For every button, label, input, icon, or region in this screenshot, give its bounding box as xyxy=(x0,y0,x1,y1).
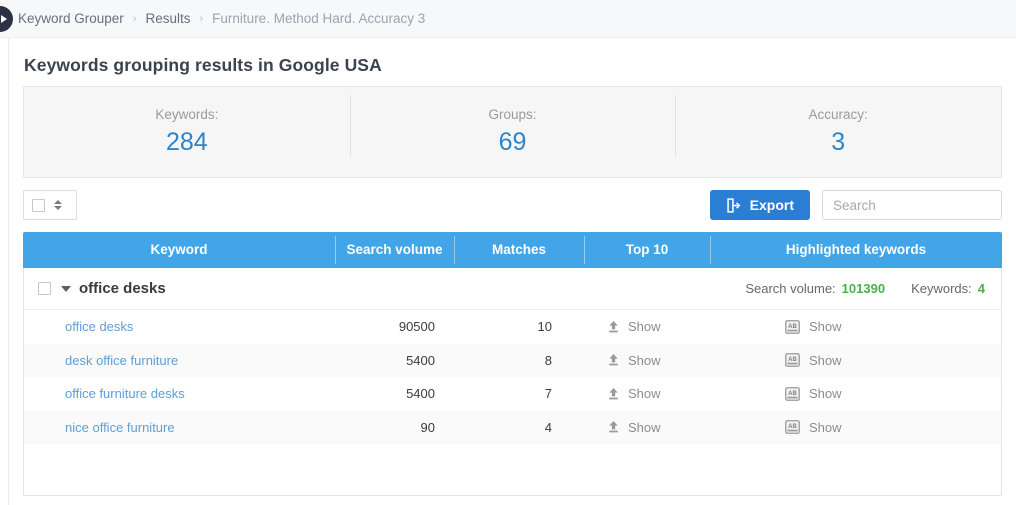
table-row[interactable]: nice office furniture 90 4 Show AB xyxy=(24,411,1001,445)
row-highlight[interactable]: AB Show xyxy=(711,420,1001,435)
column-header-keyword[interactable]: Keyword xyxy=(23,232,335,268)
stat-keywords-label: Keywords: xyxy=(155,107,218,122)
sidebar-collapse-button[interactable] xyxy=(0,6,13,32)
row-top10[interactable]: Show xyxy=(585,420,711,435)
export-button-label: Export xyxy=(750,197,794,213)
group-card: office desks Search volume: 101390 Keywor… xyxy=(23,268,1002,496)
stat-keywords-value: 284 xyxy=(166,128,208,157)
group-keywords-value: 4 xyxy=(978,281,985,296)
row-volume: 5400 xyxy=(336,353,455,368)
group-volume-label: Search volume: xyxy=(745,281,835,296)
group-meta: Search volume: 101390 Keywords: 4 xyxy=(745,281,985,296)
row-highlight-show-link[interactable]: Show xyxy=(809,420,842,435)
select-all-checkbox[interactable] xyxy=(32,199,45,212)
breadcrumb-item-current: Furniture. Method Hard. Accuracy 3 xyxy=(212,11,425,26)
breadcrumb-item-keyword-grouper[interactable]: Keyword Grouper xyxy=(18,11,124,26)
row-highlight[interactable]: AB Show xyxy=(711,353,1001,368)
table-row[interactable]: office furniture desks 5400 7 Show AB xyxy=(24,377,1001,411)
page-body: Keywords grouping results in Google USA … xyxy=(8,38,1016,505)
group-keywords: Keywords: 4 xyxy=(911,281,985,296)
row-top10[interactable]: Show xyxy=(585,353,711,368)
breadcrumb-separator-icon: › xyxy=(133,13,137,25)
breadcrumb-item-results[interactable]: Results xyxy=(145,11,190,26)
row-top10-show-link[interactable]: Show xyxy=(628,420,661,435)
upload-icon xyxy=(607,320,620,334)
row-highlight-show-link[interactable]: Show xyxy=(809,386,842,401)
group-name: office desks xyxy=(79,280,166,297)
ab-keyboard-icon: AB xyxy=(785,353,800,367)
column-header-highlight[interactable]: Highlighted keywords xyxy=(710,232,1002,268)
row-top10[interactable]: Show xyxy=(585,386,711,401)
svg-text:AB: AB xyxy=(788,391,797,397)
table-toolbar: Export xyxy=(23,190,1002,222)
ab-keyboard-icon: AB xyxy=(785,420,800,434)
stat-keywords: Keywords: 284 xyxy=(24,87,350,177)
row-top10[interactable]: Show xyxy=(585,319,711,334)
table-header-row: Keyword Search volume Matches Top 10 Hig… xyxy=(23,232,1002,268)
stats-panel: Keywords: 284 Groups: 69 Accuracy: 3 xyxy=(23,86,1002,178)
column-header-volume[interactable]: Search volume xyxy=(335,232,454,268)
column-header-matches[interactable]: Matches xyxy=(454,232,584,268)
row-top10-show-link[interactable]: Show xyxy=(628,386,661,401)
app-root: Keyword Grouper › Results › Furniture. M… xyxy=(0,0,1016,505)
breadcrumb-separator-icon: › xyxy=(200,13,204,25)
row-keyword[interactable]: nice office furniture xyxy=(24,420,336,435)
group-volume-value: 101390 xyxy=(842,281,885,296)
row-highlight[interactable]: AB Show xyxy=(711,319,1001,334)
row-top10-show-link[interactable]: Show xyxy=(628,353,661,368)
row-volume: 5400 xyxy=(336,386,455,401)
row-volume: 90 xyxy=(336,420,455,435)
stat-accuracy-value: 3 xyxy=(831,128,845,157)
caret-updown-icon[interactable] xyxy=(54,200,62,210)
row-keyword[interactable]: office desks xyxy=(24,319,336,334)
export-icon xyxy=(726,198,741,213)
breadcrumb-bar: Keyword Grouper › Results › Furniture. M… xyxy=(0,0,1016,38)
group-volume: Search volume: 101390 xyxy=(745,281,885,296)
table-row[interactable]: desk office furniture 5400 8 Show AB xyxy=(24,344,1001,378)
row-highlight[interactable]: AB Show xyxy=(711,386,1001,401)
row-top10-show-link[interactable]: Show xyxy=(628,319,661,334)
svg-text:AB: AB xyxy=(788,324,797,330)
upload-icon xyxy=(607,353,620,367)
stat-accuracy: Accuracy: 3 xyxy=(675,87,1001,177)
svg-text:AB: AB xyxy=(788,357,797,363)
row-volume: 90500 xyxy=(336,319,455,334)
ab-keyboard-icon: AB xyxy=(785,387,800,401)
ab-keyboard-icon: AB xyxy=(785,320,800,334)
caret-down-icon[interactable] xyxy=(61,286,71,292)
stat-groups-value: 69 xyxy=(499,128,527,157)
column-header-top10[interactable]: Top 10 xyxy=(584,232,710,268)
search-input[interactable] xyxy=(822,190,1002,220)
table-row[interactable]: office desks 90500 10 Show AB xyxy=(24,310,1001,344)
row-matches: 4 xyxy=(455,420,585,435)
chevron-right-icon xyxy=(1,15,7,23)
row-matches: 8 xyxy=(455,353,585,368)
page-title: Keywords grouping results in Google USA xyxy=(24,55,382,76)
group-header: office desks Search volume: 101390 Keywor… xyxy=(24,268,1001,310)
row-matches: 10 xyxy=(455,319,585,334)
stat-groups: Groups: 69 xyxy=(350,87,676,177)
select-all-dropdown[interactable] xyxy=(23,190,77,220)
row-highlight-show-link[interactable]: Show xyxy=(809,353,842,368)
breadcrumb: Keyword Grouper › Results › Furniture. M… xyxy=(18,11,425,26)
upload-icon xyxy=(607,420,620,434)
svg-text:AB: AB xyxy=(788,424,797,430)
row-keyword[interactable]: desk office furniture xyxy=(24,353,336,368)
stat-accuracy-label: Accuracy: xyxy=(809,107,868,122)
group-keywords-label: Keywords: xyxy=(911,281,972,296)
export-button[interactable]: Export xyxy=(710,190,810,220)
group-checkbox[interactable] xyxy=(38,282,51,295)
row-highlight-show-link[interactable]: Show xyxy=(809,319,842,334)
row-matches: 7 xyxy=(455,386,585,401)
stat-groups-label: Groups: xyxy=(488,107,536,122)
upload-icon xyxy=(607,387,620,401)
row-keyword[interactable]: office furniture desks xyxy=(24,386,336,401)
